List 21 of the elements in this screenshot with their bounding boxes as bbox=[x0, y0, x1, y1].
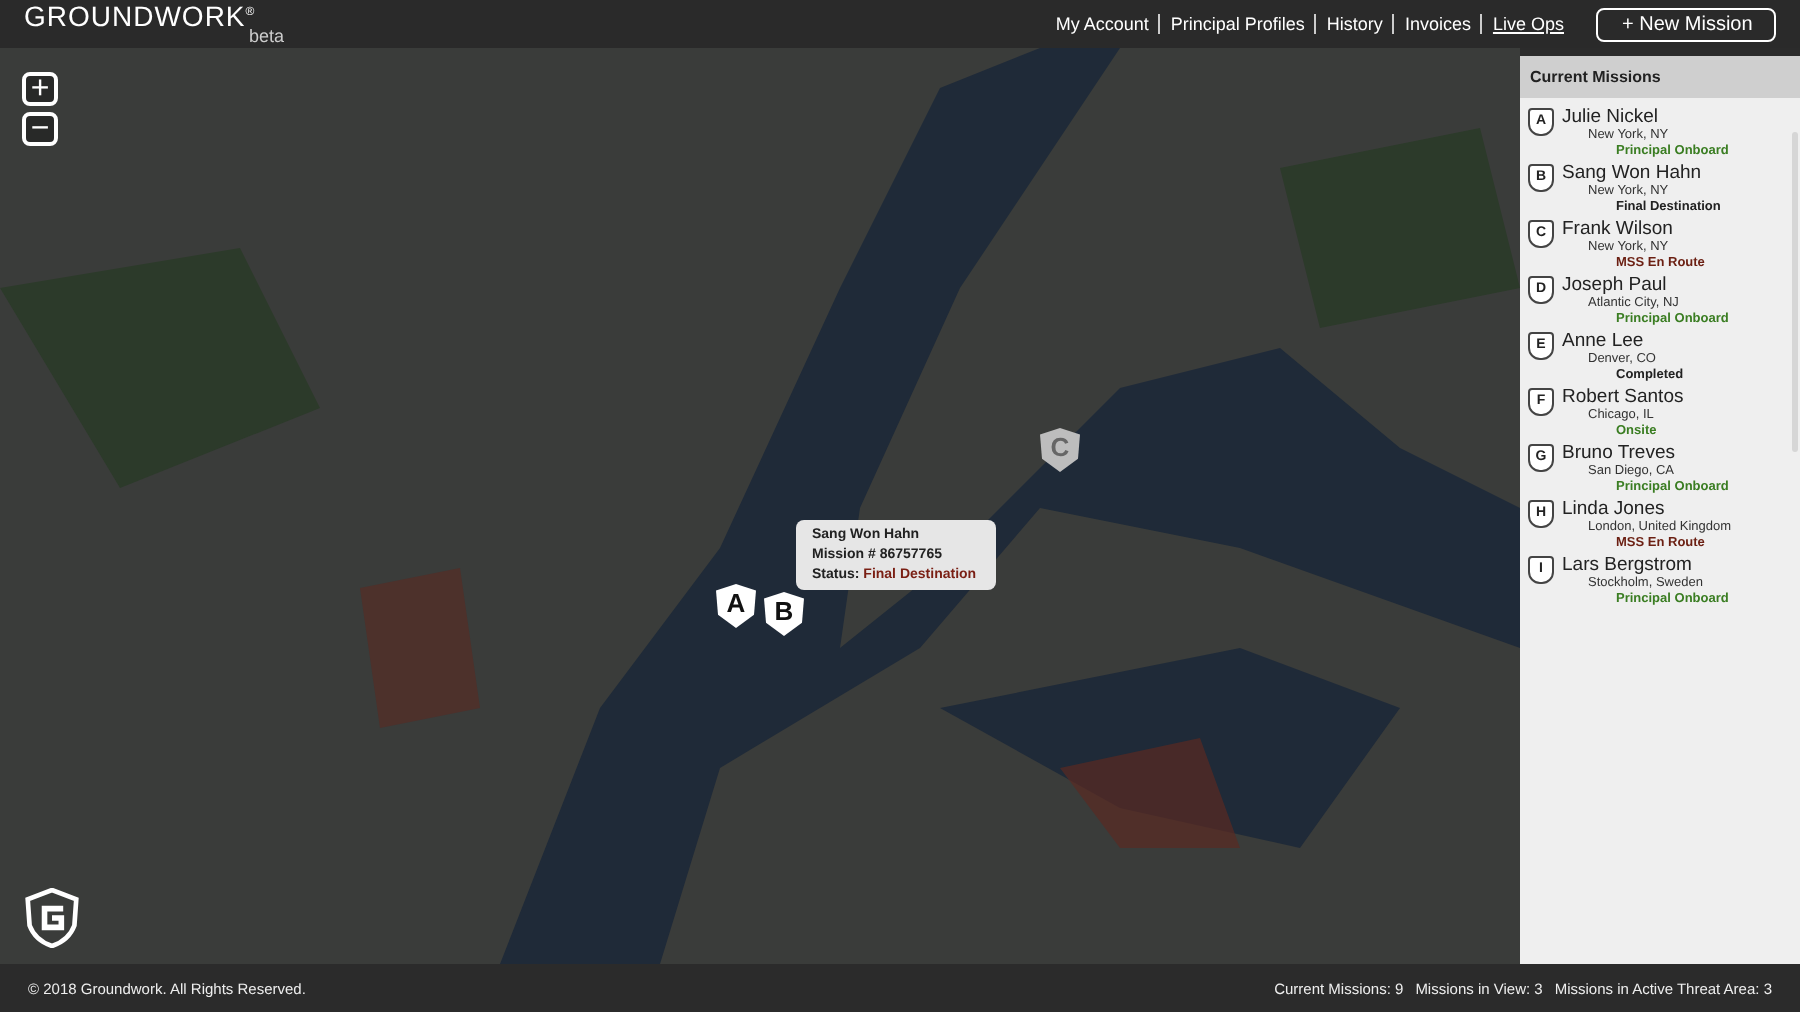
mission-name[interactable]: Julie Nickel bbox=[1562, 106, 1784, 128]
zoom-out-button[interactable]: − bbox=[22, 112, 58, 146]
nav-link[interactable]: Principal Profiles bbox=[1158, 14, 1305, 34]
logo-text[interactable]: GROUNDWORK$^{®}$ bbox=[24, 2, 304, 30]
mission-name[interactable]: Robert Santos bbox=[1562, 386, 1784, 408]
mission-name[interactable]: Joseph Paul bbox=[1562, 274, 1784, 296]
nav-link[interactable]: History bbox=[1314, 14, 1383, 34]
shield-logo-icon bbox=[24, 888, 80, 948]
zoom-in-button[interactable]: + bbox=[22, 72, 58, 106]
nav-link[interactable]: Live Ops bbox=[1480, 14, 1564, 34]
logo-subtitle: beta bbox=[248, 28, 284, 46]
panel-title: Current Missions bbox=[1520, 56, 1800, 98]
nav-link[interactable]: Invoices bbox=[1392, 14, 1471, 34]
mission-name[interactable]: Sang Won Hahn bbox=[1562, 162, 1784, 184]
mission-name[interactable]: Frank Wilson bbox=[1562, 218, 1784, 240]
mission-name[interactable]: Bruno Treves bbox=[1562, 442, 1784, 464]
mission-name[interactable]: Lars Bergstrom bbox=[1562, 554, 1784, 576]
mission-name[interactable]: Linda Jones bbox=[1562, 498, 1784, 520]
mission-name[interactable]: Anne Lee bbox=[1562, 330, 1784, 352]
new-mission-button[interactable]: + New Mission bbox=[1596, 7, 1776, 41]
nav-link[interactable]: My Account bbox=[1055, 14, 1149, 34]
